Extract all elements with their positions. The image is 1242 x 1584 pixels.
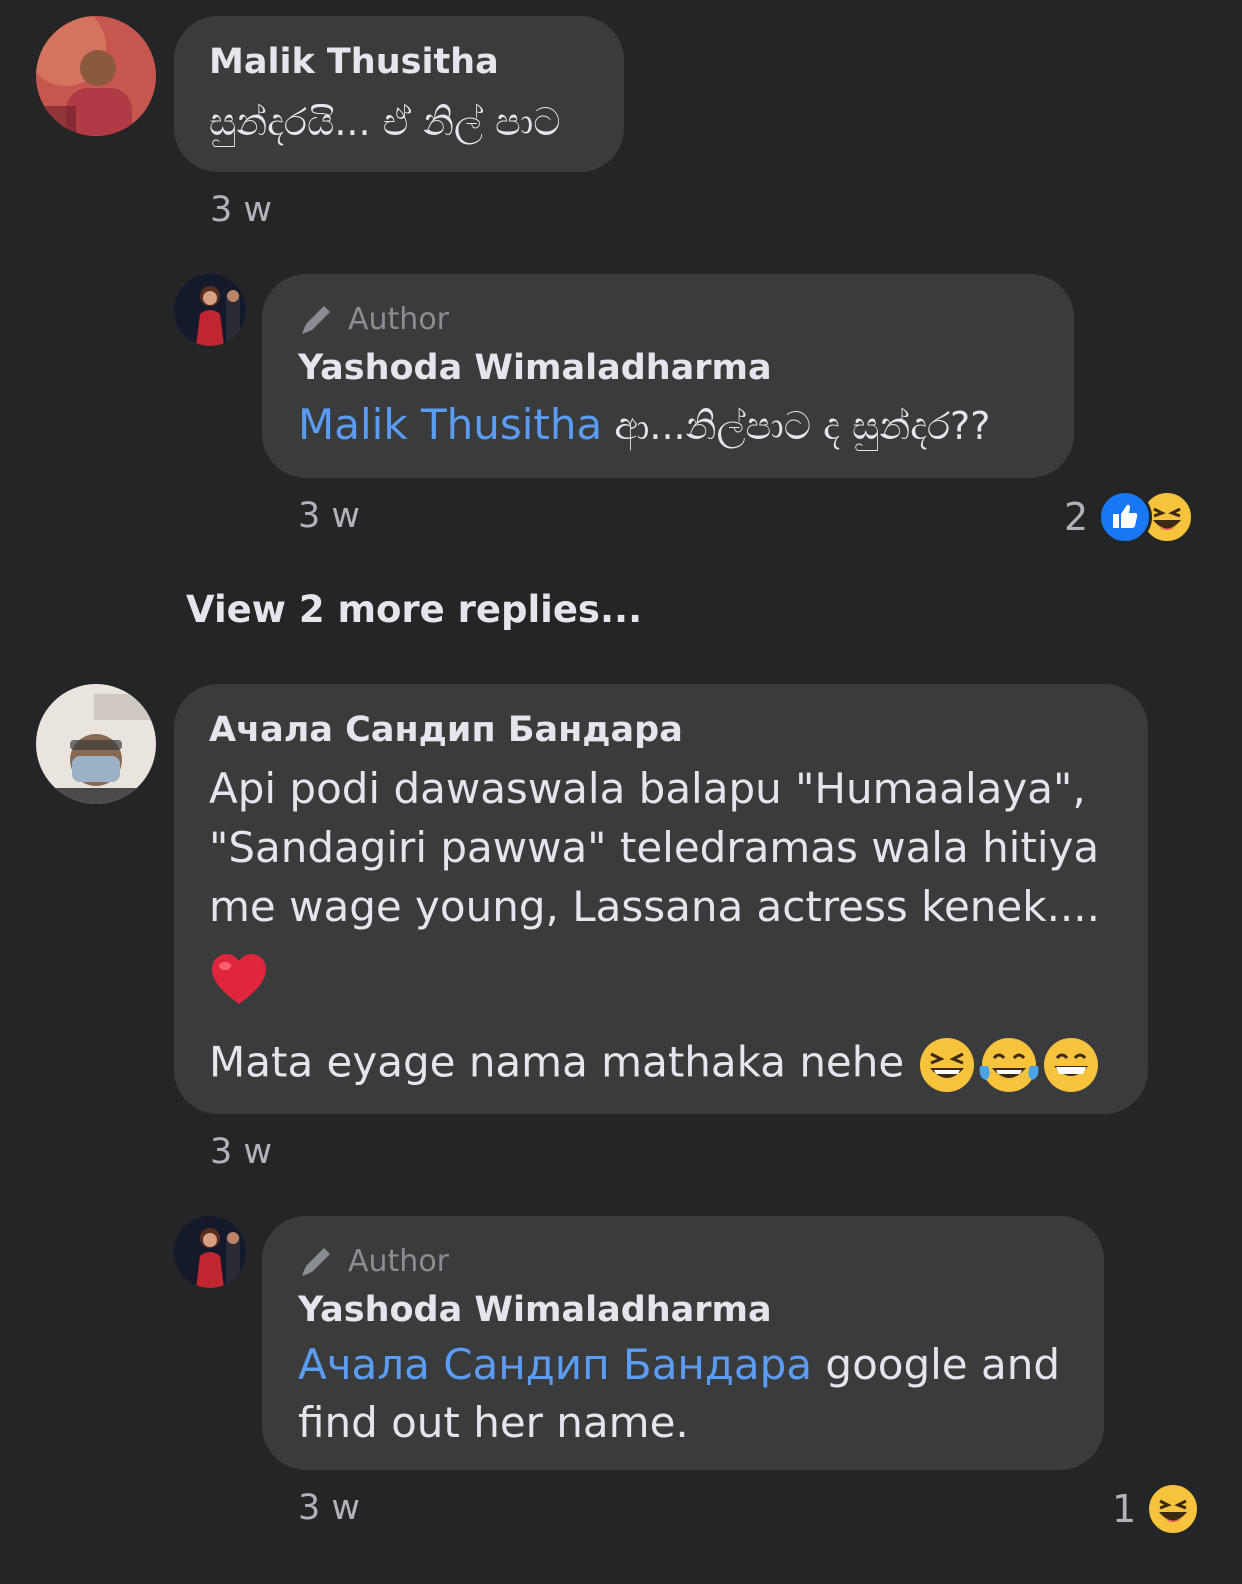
comment-author-name[interactable]: Ачала Сандип Бандара [209, 710, 683, 750]
view-more-replies-link[interactable]: View 2 more replies... [186, 588, 642, 631]
comment-last-line: Mata eyage nama mathaka nehe [209, 1036, 1100, 1094]
yashoda-avatar-image [174, 1216, 246, 1288]
grinning-emoji [1043, 1038, 1098, 1092]
reaction-count: 2 [1064, 495, 1089, 539]
comment-timestamp[interactable]: 3 w [210, 190, 272, 230]
reply-text-line-2: find out her name. [298, 1398, 689, 1447]
comment-bubble[interactable]: Malik Thusitha සුන්දරයි... ඒ නිල් පාට [174, 16, 624, 172]
reply-body: ආ...නිල්පාට ද සුන්දර?? [602, 404, 991, 448]
avatar[interactable] [174, 1216, 246, 1288]
author-badge-label: Author [348, 1243, 450, 1279]
laugh-icon [1146, 1482, 1201, 1536]
author-badge-label: Author [348, 301, 450, 337]
reaction-summary[interactable]: 1 [1112, 1482, 1201, 1536]
comment-bubble[interactable]: Ачала Сандип Бандара Api podi dawaswala … [174, 684, 1148, 1114]
reaction-summary[interactable]: 2 [1064, 490, 1195, 544]
tears-of-joy-emoji [979, 1038, 1039, 1092]
pencil-icon [302, 1248, 330, 1276]
reply-timestamp[interactable]: 3 w [298, 1488, 360, 1528]
like-icon [1098, 490, 1153, 544]
laughing-emoji [919, 1038, 974, 1092]
comment-last-text: Mata eyage nama mathaka nehe [209, 1037, 905, 1087]
red-heart-emoji [212, 954, 266, 1004]
comment-line: me wage young, Lassana actress kenek.... [209, 882, 1100, 931]
comment-text: සුන්දරයි... ඒ නිල් පාට [209, 100, 561, 144]
reply-bubble[interactable]: Author Yashoda Wimaladharma Malik Thusit… [262, 274, 1074, 478]
achala-avatar-image [36, 684, 156, 804]
mention-link[interactable]: Malik Thusitha [298, 400, 602, 449]
yashoda-avatar-image [174, 274, 246, 346]
malik-avatar-image [36, 16, 156, 136]
avatar[interactable] [36, 16, 156, 136]
comment-line: Api podi dawaswala balapu "Humaalaya", [209, 764, 1086, 813]
reply-text: Ачала Сандип Бандара google and [298, 1340, 1060, 1389]
pencil-icon [302, 306, 330, 334]
reply-author-name[interactable]: Yashoda Wimaladharma [298, 348, 772, 388]
reply-author-name[interactable]: Yashoda Wimaladharma [298, 1290, 772, 1330]
comment-timestamp[interactable]: 3 w [210, 1132, 272, 1172]
author-badge: Author [298, 300, 449, 338]
reply-text: Malik Thusitha ආ...නිල්පාට ද සුන්දර?? [298, 400, 990, 449]
reply-body: google and [812, 1340, 1061, 1389]
reaction-count: 1 [1112, 1487, 1137, 1531]
avatar[interactable] [174, 274, 246, 346]
comment-line: "Sandagiri pawwa" teledramas wala hitiya [209, 823, 1100, 872]
mention-link[interactable]: Ачала Сандип Бандара [298, 1340, 812, 1389]
reply-timestamp[interactable]: 3 w [298, 496, 360, 536]
reply-bubble[interactable]: Author Yashoda Wimaladharma Ачала Сандип… [262, 1216, 1104, 1470]
avatar[interactable] [36, 684, 156, 804]
author-badge: Author [298, 1242, 449, 1280]
comment-author-name[interactable]: Malik Thusitha [209, 42, 499, 82]
